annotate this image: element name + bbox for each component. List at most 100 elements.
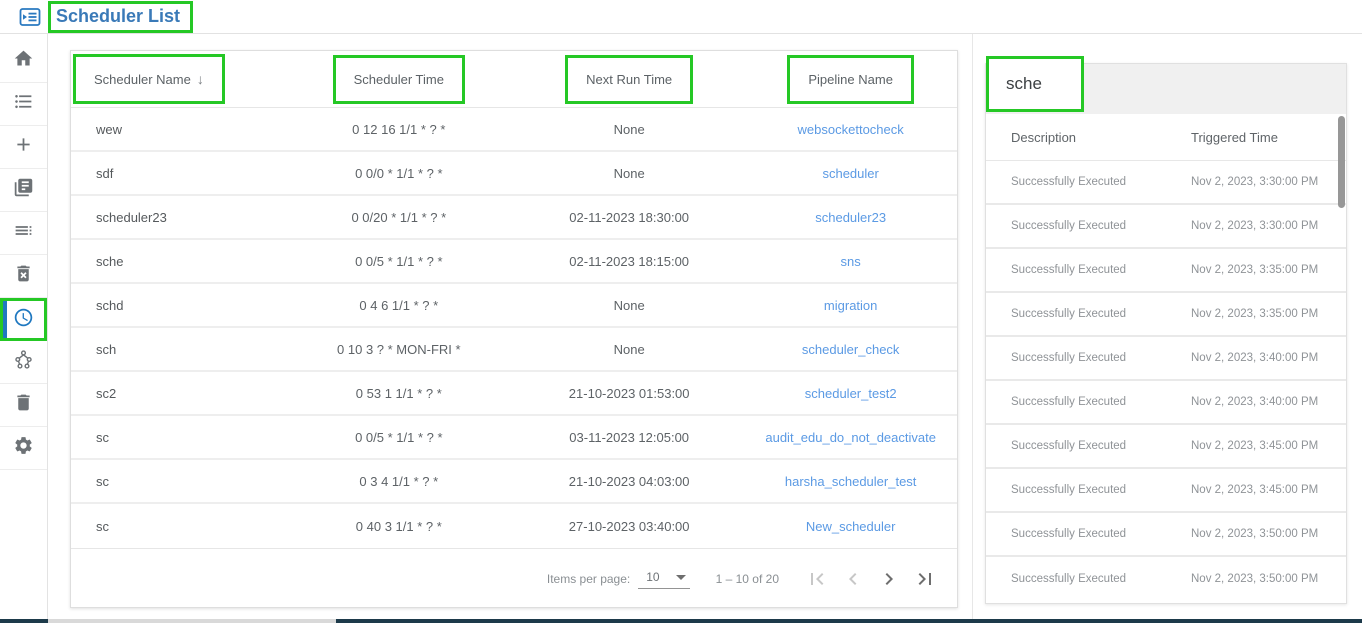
plus-icon: [13, 134, 34, 160]
run-history-header: sche: [986, 56, 1346, 114]
pipeline-link[interactable]: scheduler: [822, 166, 878, 181]
table-row[interactable]: sdf 0 0/0 * 1/1 * ? * None scheduler: [71, 152, 957, 196]
history-triggered-time-cell: Nov 2, 2023, 3:40:00 PM: [1191, 352, 1319, 364]
history-row: Successfully Executed Nov 2, 2023, 3:40:…: [986, 381, 1346, 425]
section-divider: [972, 34, 973, 619]
history-description-cell: Successfully Executed: [1011, 573, 1127, 585]
sidebar-item-delete-forever[interactable]: [0, 255, 47, 298]
scheduler-time-cell: 0 0/5 * 1/1 * ? *: [355, 429, 443, 445]
sidebar-item-delete[interactable]: [0, 384, 47, 427]
trash-x-icon: [13, 263, 34, 289]
history-description-cell: Successfully Executed: [1011, 220, 1127, 232]
description-column-header: Description: [1011, 129, 1077, 145]
history-row: Successfully Executed Nov 2, 2023, 3:50:…: [986, 557, 1346, 601]
scheduler-name-cell: schd: [96, 297, 124, 313]
sidebar-item-dense-list[interactable]: [0, 212, 47, 255]
scheduler-name-cell: scheduler23: [96, 209, 167, 225]
pipeline-link[interactable]: sns: [841, 254, 861, 269]
pipeline-link[interactable]: New_scheduler: [806, 519, 896, 534]
history-triggered-time-cell: Nov 2, 2023, 3:40:00 PM: [1191, 396, 1319, 408]
column-header-scheduler-time[interactable]: Scheduler Time: [332, 54, 465, 104]
sidebar: [0, 34, 48, 619]
items-per-page-label: Items per page:: [546, 571, 631, 586]
history-triggered-time-cell: Nov 2, 2023, 3:30:00 PM: [1191, 220, 1319, 232]
sidebar-item-list[interactable]: [0, 83, 47, 126]
history-row: Successfully Executed Nov 2, 2023, 3:45:…: [986, 425, 1346, 469]
previous-page-button[interactable]: [839, 565, 867, 593]
sidebar-item-cluster[interactable]: [0, 341, 47, 384]
history-row: Successfully Executed Nov 2, 2023, 3:50:…: [986, 513, 1346, 557]
next-run-time-cell: None: [613, 165, 645, 181]
sort-descending-icon: ↓: [196, 71, 204, 87]
dense-list-icon: [13, 220, 34, 246]
column-header-next-run-time[interactable]: Next Run Time: [565, 54, 694, 104]
pipeline-link[interactable]: harsha_scheduler_test: [785, 474, 917, 489]
run-history-panel: sche Description Triggered Time Successf…: [985, 56, 1347, 604]
history-row: Successfully Executed Nov 2, 2023, 3:30:…: [986, 161, 1346, 205]
sidebar-item-settings[interactable]: [0, 427, 47, 470]
scheduler-table-body: wew 0 12 16 1/1 * ? * None websockettoch…: [71, 108, 957, 548]
scheduler-time-cell: 0 0/5 * 1/1 * ? *: [355, 253, 443, 269]
table-row[interactable]: schd 0 4 6 1/1 * ? * None migration: [71, 284, 957, 328]
history-description-cell: Successfully Executed: [1011, 528, 1127, 540]
history-description-cell: Successfully Executed: [1011, 396, 1127, 408]
sidebar-item-library[interactable]: [0, 169, 47, 212]
table-row[interactable]: sche 0 0/5 * 1/1 * ? * 02-11-2023 18:15:…: [71, 240, 957, 284]
pipeline-link[interactable]: audit_edu_do_not_deactivate: [765, 430, 936, 445]
table-row[interactable]: sc 0 40 3 1/1 * ? * 27-10-2023 03:40:00 …: [71, 504, 957, 548]
run-history-column-headers: Description Triggered Time: [986, 114, 1346, 161]
next-run-time-cell: None: [613, 341, 645, 357]
next-run-time-cell: 21-10-2023 04:03:00: [568, 473, 690, 489]
table-row[interactable]: scheduler23 0 0/20 * 1/1 * ? * 02-11-202…: [71, 196, 957, 240]
history-description-cell: Successfully Executed: [1011, 264, 1127, 276]
sidebar-item-scheduler[interactable]: [0, 298, 47, 341]
scheduler-name-cell: sc: [96, 473, 109, 489]
sidebar-item-home[interactable]: [0, 40, 47, 83]
table-row[interactable]: sc 0 0/5 * 1/1 * ? * 03-11-2023 12:05:00…: [71, 416, 957, 460]
gear-icon: [13, 435, 34, 461]
table-row[interactable]: sc 0 3 4 1/1 * ? * 21-10-2023 04:03:00 h…: [71, 460, 957, 504]
scheduler-name-cell: wew: [96, 121, 123, 137]
next-run-time-cell: 02-11-2023 18:30:00: [569, 209, 690, 225]
vertical-scrollbar-thumb[interactable]: [1338, 116, 1345, 208]
next-run-time-cell: None: [613, 297, 645, 313]
horizontal-scrollbar-thumb[interactable]: [48, 619, 336, 623]
pipeline-link[interactable]: migration: [824, 298, 877, 313]
scheduler-table-card: Scheduler Name ↓ Scheduler Time Next Run…: [70, 50, 958, 608]
top-bar: Scheduler List: [0, 0, 1362, 34]
scheduler-name-cell: sc2: [96, 385, 117, 401]
history-description-cell: Successfully Executed: [1011, 176, 1127, 188]
history-triggered-time-cell: Nov 2, 2023, 3:35:00 PM: [1191, 264, 1319, 276]
list-icon: [13, 91, 34, 117]
last-page-button[interactable]: [911, 565, 939, 593]
table-row[interactable]: wew 0 12 16 1/1 * ? * None websockettoch…: [71, 108, 957, 152]
history-description-cell: Successfully Executed: [1011, 352, 1127, 364]
scheduler-name-cell: sche: [96, 253, 124, 269]
first-page-button[interactable]: [803, 565, 831, 593]
items-per-page-select[interactable]: 10: [638, 568, 690, 589]
column-header-pipeline-name[interactable]: Pipeline Name: [787, 54, 914, 104]
page-range-label: 1 – 10 of 20: [715, 571, 779, 586]
column-header-scheduler-name[interactable]: Scheduler Name ↓: [73, 54, 225, 104]
history-row: Successfully Executed Nov 2, 2023, 3:35:…: [986, 249, 1346, 293]
scheduler-name-cell: sc: [96, 429, 109, 445]
scheduler-name-cell: sch: [96, 341, 117, 357]
home-icon: [13, 48, 34, 74]
next-page-button[interactable]: [875, 565, 903, 593]
scheduler-time-cell: 0 10 3 ? * MON-FRI *: [337, 341, 461, 357]
pipeline-link[interactable]: websockettocheck: [798, 122, 904, 137]
menu-open-icon[interactable]: [18, 5, 42, 29]
run-history-body: Successfully Executed Nov 2, 2023, 3:30:…: [986, 161, 1346, 601]
next-run-time-cell: None: [613, 121, 645, 137]
pipeline-link[interactable]: scheduler23: [815, 210, 886, 225]
pipeline-link[interactable]: scheduler_test2: [805, 386, 897, 401]
table-row[interactable]: sch 0 10 3 ? * MON-FRI * None scheduler_…: [71, 328, 957, 372]
scheduler-name-cell: sdf: [96, 165, 114, 181]
sidebar-item-add[interactable]: [0, 126, 47, 169]
next-run-time-cell: 21-10-2023 01:53:00: [568, 385, 690, 401]
table-row[interactable]: sc2 0 53 1 1/1 * ? * 21-10-2023 01:53:00…: [71, 372, 957, 416]
history-row: Successfully Executed Nov 2, 2023, 3:35:…: [986, 293, 1346, 337]
history-description-cell: Successfully Executed: [1011, 308, 1127, 320]
paginator: Items per page: 10 1 – 10 of 20: [71, 548, 957, 608]
pipeline-link[interactable]: scheduler_check: [802, 342, 900, 357]
